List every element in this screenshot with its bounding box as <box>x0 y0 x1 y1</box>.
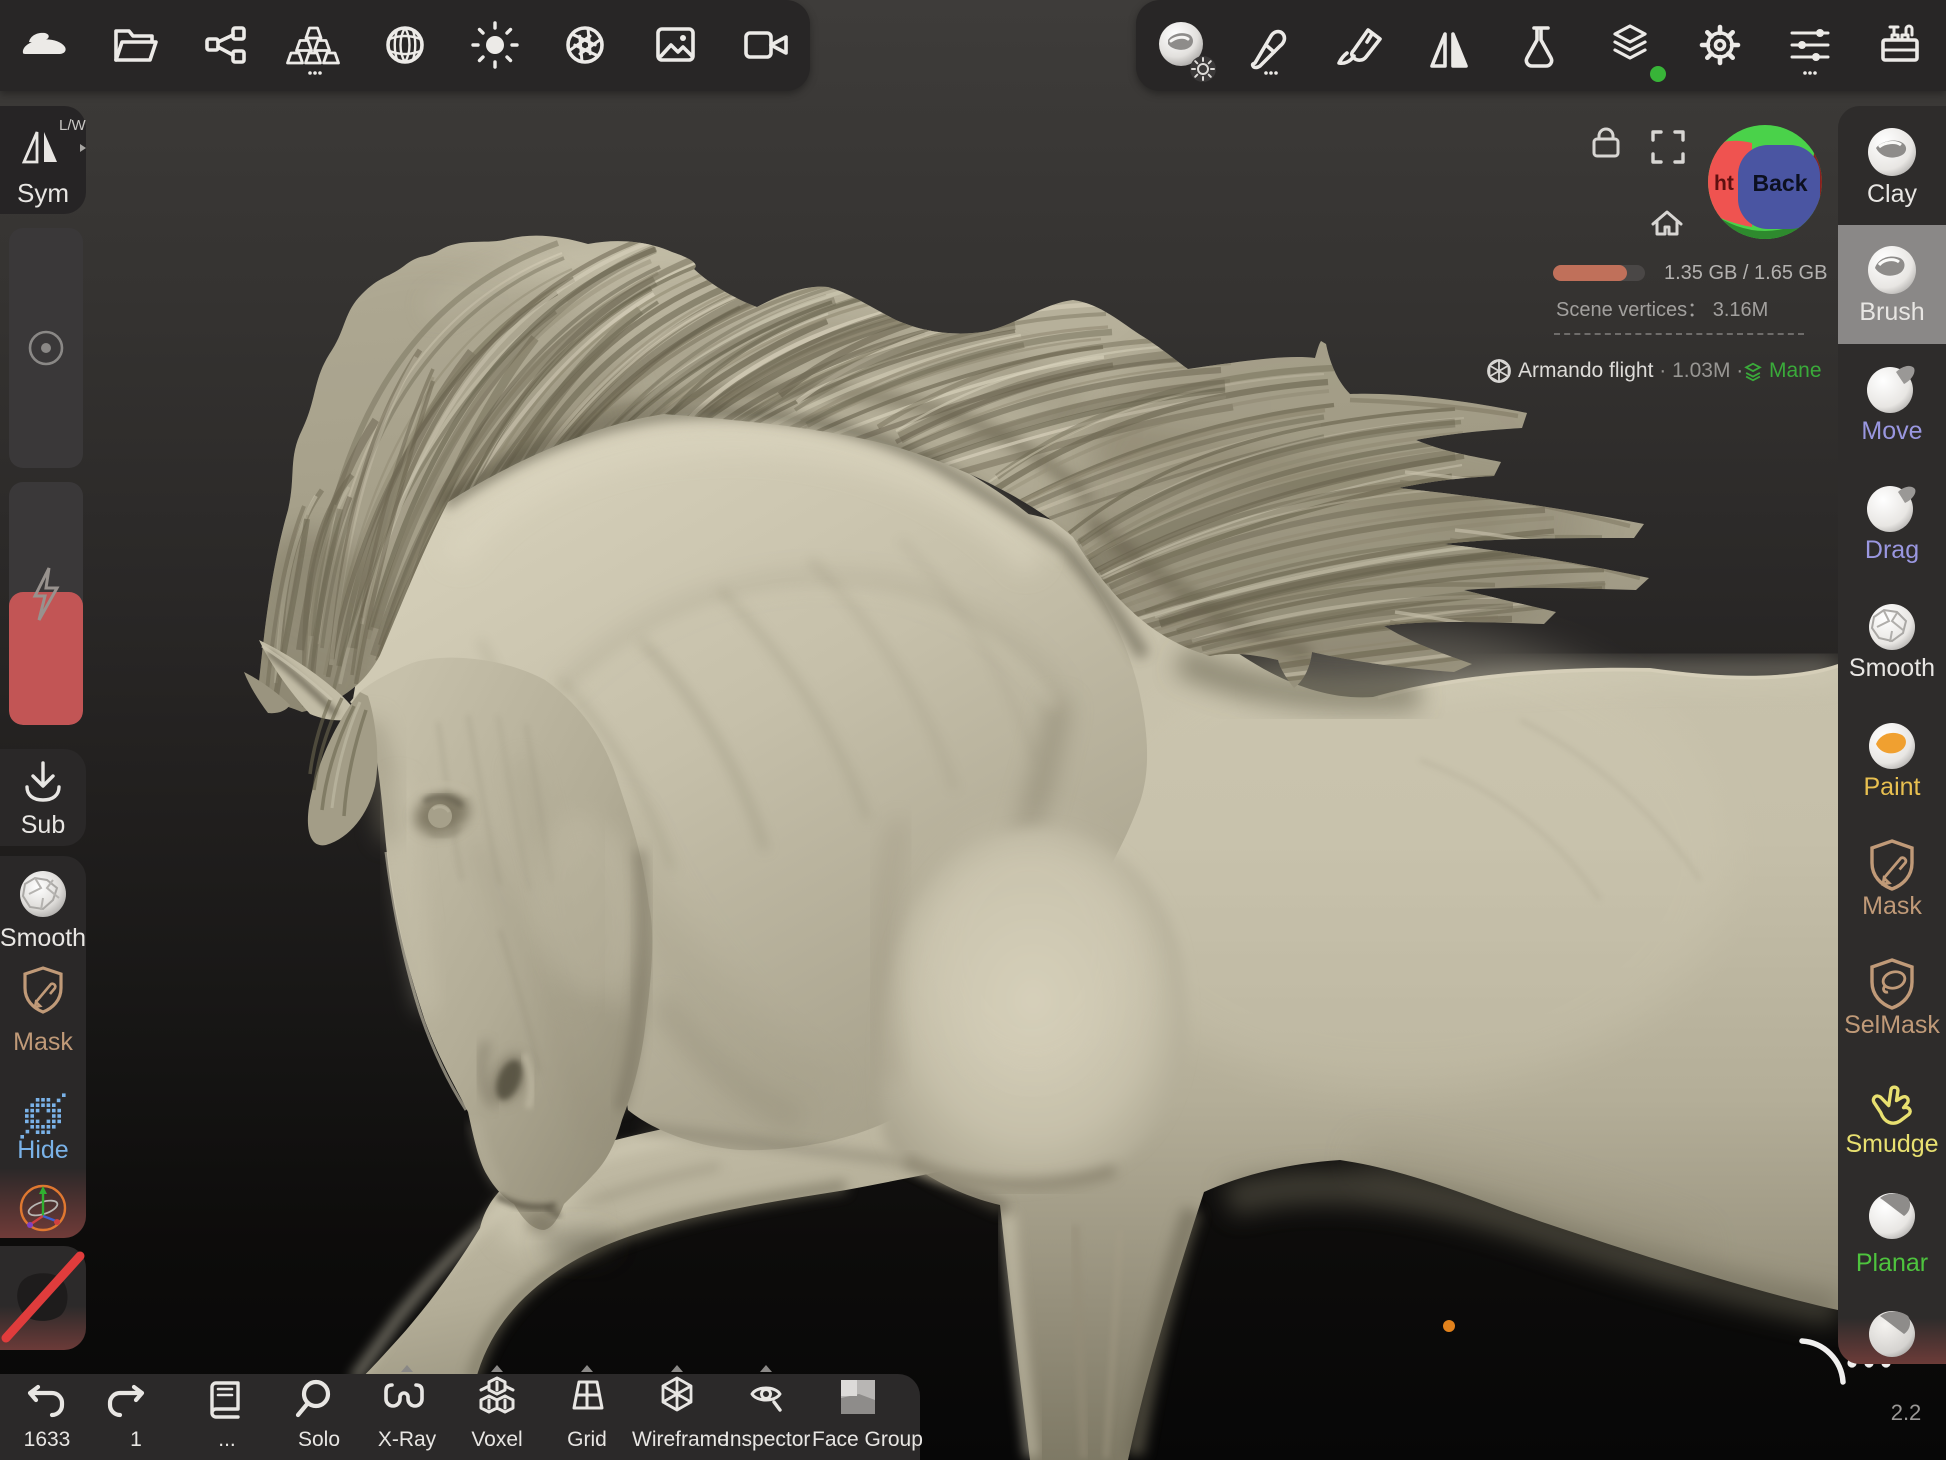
svg-text:Mask: Mask <box>13 1028 73 1056</box>
svg-text:Sym: Sym <box>17 178 69 208</box>
svg-text:Sub: Sub <box>21 811 65 839</box>
svg-text:ht: ht <box>1714 172 1734 195</box>
svg-text:Back: Back <box>1753 170 1808 196</box>
svg-text:Hide: Hide <box>17 1136 68 1164</box>
svg-text:L/W: L/W <box>59 117 87 134</box>
svg-text:Smooth: Smooth <box>0 924 86 952</box>
